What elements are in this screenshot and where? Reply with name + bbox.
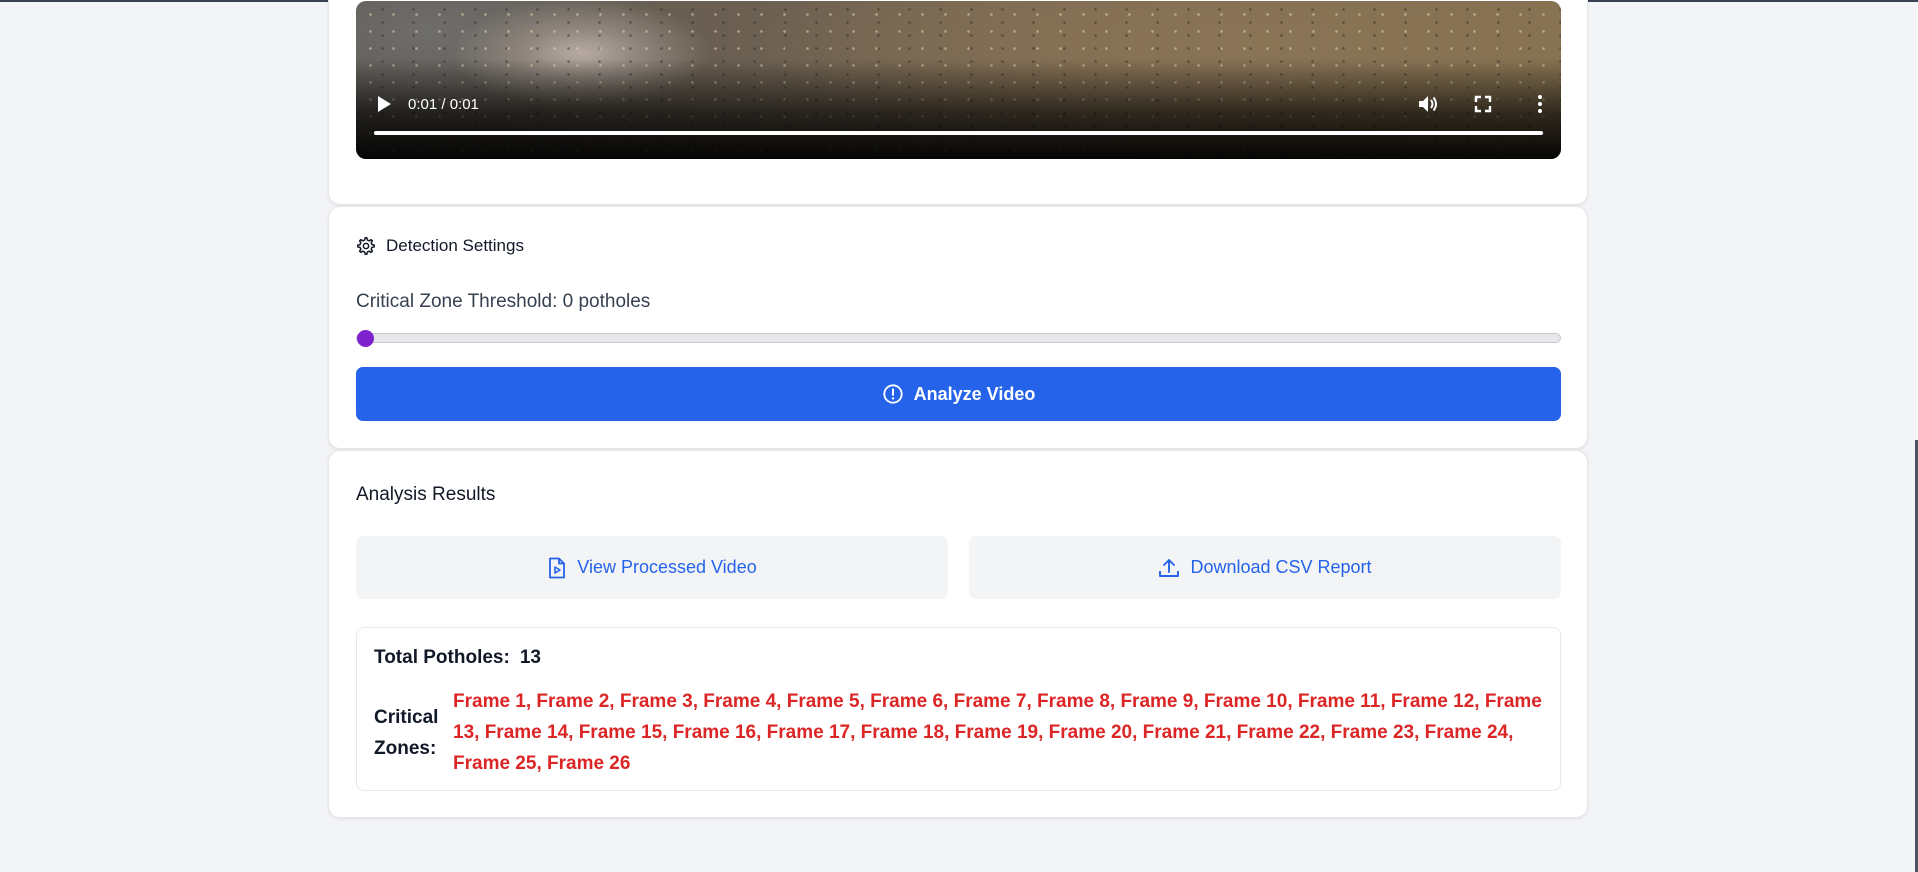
total-potholes-row: Total Potholes: 13 [374,647,541,669]
total-potholes-label: Total Potholes: [374,647,510,668]
more-options-icon[interactable] [1535,94,1545,114]
upload-icon [1159,558,1180,577]
play-icon[interactable] [375,94,393,114]
download-csv-report-label: Download CSV Report [1190,557,1372,577]
settings-title: Detection Settings [386,236,524,255]
results-summary: Total Potholes: 13 Critical Zones: Frame … [356,627,1561,791]
analyze-video-label: Analyze Video [913,383,1036,404]
detection-settings-card: Detection Settings Critical Zone Thresho… [328,206,1588,449]
analyze-video-button[interactable]: Analyze Video [356,367,1561,421]
video-file-icon [549,557,566,578]
total-potholes-value: 13 [519,647,541,668]
threshold-slider[interactable] [356,333,1561,343]
video-card: 0:01 / 0:01 [328,0,1588,205]
fullscreen-icon[interactable] [1474,95,1492,113]
volume-icon[interactable] [1417,94,1439,114]
settings-header: Detection Settings [356,236,524,256]
analysis-results-card: Analysis Results View Processed Video Do… [328,450,1588,818]
threshold-label: Critical Zone Threshold: 0 potholes [356,291,651,312]
view-processed-video-button[interactable]: View Processed Video [356,536,948,599]
video-player[interactable]: 0:01 / 0:01 [356,1,1561,159]
results-title: Analysis Results [356,484,496,505]
video-controls-bar [356,59,1561,159]
critical-zones-label: Critical Zones: [374,707,439,759]
download-csv-report-button[interactable]: Download CSV Report [969,536,1561,599]
gear-icon [357,236,375,255]
video-time-display: 0:01 / 0:01 [408,96,479,113]
alert-circle-icon [883,384,903,404]
threshold-slider-thumb[interactable] [357,330,374,347]
view-processed-video-label: View Processed Video [577,557,757,577]
video-progress-bar[interactable] [374,131,1543,135]
critical-zones-list: Frame 1, Frame 2, Frame 3, Frame 4, Fram… [453,691,1542,774]
